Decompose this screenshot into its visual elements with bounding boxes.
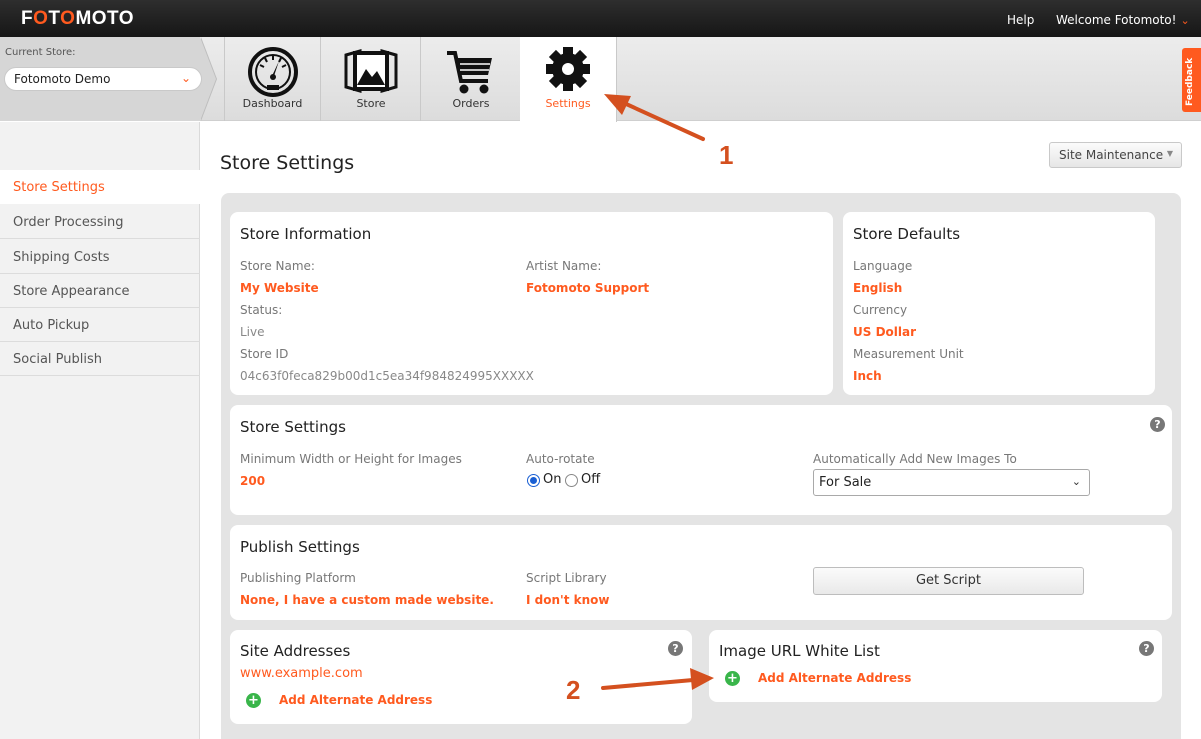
settings-gear-icon	[546, 47, 590, 91]
image-whitelist-title: Image URL White List	[719, 642, 880, 660]
get-script-button[interactable]: Get Script	[813, 567, 1084, 595]
store-defaults-card: Store Defaults Language English Currency…	[843, 212, 1155, 395]
store-settings-card: Store Settings ? Minimum Width or Height…	[230, 405, 1172, 515]
store-panel-arrow	[200, 37, 216, 121]
store-photos-icon	[344, 49, 398, 93]
script-library-value[interactable]: I don't know	[526, 593, 609, 607]
tab-settings-label: Settings	[545, 97, 591, 110]
artist-name-value[interactable]: Fotomoto Support	[526, 281, 649, 295]
current-store-label: Current Store:	[5, 47, 76, 58]
feedback-label: Feedback	[1185, 57, 1195, 106]
chevron-down-icon: ⌄	[1071, 475, 1081, 488]
tab-settings[interactable]: Settings	[520, 37, 617, 122]
tab-orders-label: Orders	[452, 97, 490, 110]
publish-settings-title: Publish Settings	[240, 538, 360, 556]
language-label: Language	[853, 259, 913, 273]
help-link[interactable]: Help	[1007, 13, 1034, 27]
script-library-label: Script Library	[526, 571, 607, 585]
site-address-value[interactable]: www.example.com	[240, 666, 363, 681]
status-value: Live	[240, 325, 265, 339]
top-bar: FOTOMOTO Help Welcome Fotomoto! ⌄	[0, 0, 1201, 37]
sidebar-item-auto-pickup[interactable]: Auto Pickup	[0, 308, 200, 342]
sidebar-item-order-processing[interactable]: Order Processing	[0, 205, 200, 239]
store-name-label: Store Name:	[240, 259, 315, 273]
currency-label: Currency	[853, 303, 908, 317]
fotomoto-logo[interactable]: FOTOMOTO	[21, 8, 134, 30]
publishing-platform-value[interactable]: None, I have a custom made website.	[240, 593, 494, 607]
min-size-value[interactable]: 200	[240, 474, 265, 488]
min-size-label: Minimum Width or Height for Images	[240, 452, 462, 466]
help-icon[interactable]: ?	[1139, 641, 1154, 656]
store-select-value: Fotomoto Demo	[14, 72, 111, 86]
site-addresses-title: Site Addresses	[240, 642, 351, 660]
store-select[interactable]: Fotomoto Demo ⌄	[4, 67, 202, 91]
autorotate-off-label: Off	[581, 472, 601, 487]
store-settings-title: Store Settings	[240, 418, 346, 436]
measurement-unit-value[interactable]: Inch	[853, 369, 882, 383]
tab-dashboard-label: Dashboard	[242, 97, 303, 110]
autorotate-on-label: On	[543, 472, 562, 487]
currency-value[interactable]: US Dollar	[853, 325, 916, 339]
auto-add-value: For Sale	[819, 475, 872, 490]
language-value[interactable]: English	[853, 281, 902, 295]
tab-dashboard[interactable]: Dashboard	[224, 37, 321, 121]
tab-store-label: Store	[356, 97, 386, 110]
store-id-label: Store ID	[240, 347, 289, 361]
autorotate-on-radio[interactable]	[527, 474, 540, 487]
page-title: Store Settings	[220, 152, 355, 174]
auto-add-label: Automatically Add New Images To	[813, 452, 1017, 466]
caret-down-icon: ▼	[1166, 149, 1173, 158]
add-icon[interactable]: +	[246, 693, 261, 708]
welcome-menu[interactable]: Welcome Fotomoto! ⌄	[1056, 13, 1190, 27]
annotation-number-2: 2	[566, 675, 581, 705]
chevron-down-icon: ⌄	[180, 71, 191, 85]
publishing-platform-label: Publishing Platform	[240, 571, 356, 585]
sidebar-item-store-settings[interactable]: Store Settings	[0, 170, 200, 204]
store-information-card: Store Information Store Name: My Website…	[230, 212, 833, 395]
store-id-value: 04c63f0feca829b00d1c5ea34f984824995XXXXX	[240, 369, 534, 383]
sidebar-item-shipping-costs[interactable]: Shipping Costs	[0, 240, 200, 274]
site-addresses-card: Site Addresses ? www.example.com + Add A…	[230, 630, 692, 724]
store-name-value[interactable]: My Website	[240, 281, 319, 295]
tab-orders[interactable]: Orders	[422, 37, 521, 121]
status-label: Status:	[240, 303, 283, 317]
autorotate-off-radio[interactable]	[565, 474, 578, 487]
add-alternate-address-link[interactable]: Add Alternate Address	[279, 693, 432, 707]
help-icon[interactable]: ?	[668, 641, 683, 656]
site-maintenance-button[interactable]: Site Maintenance ▼	[1049, 142, 1182, 168]
store-defaults-title: Store Defaults	[853, 225, 961, 243]
annotation-number-1: 1	[719, 140, 734, 170]
feedback-tab[interactable]: Feedback	[1182, 48, 1201, 112]
site-maintenance-label: Site Maintenance	[1059, 148, 1164, 162]
add-icon[interactable]: +	[725, 671, 740, 686]
chevron-down-icon: ⌄	[1180, 14, 1190, 27]
autorotate-label: Auto-rotate	[526, 452, 595, 466]
help-icon[interactable]: ?	[1150, 417, 1165, 432]
dashboard-gauge-icon	[247, 47, 298, 97]
image-whitelist-card: Image URL White List ? + Add Alternate A…	[709, 630, 1162, 702]
welcome-text: Welcome Fotomoto!	[1056, 13, 1177, 27]
store-information-title: Store Information	[240, 225, 372, 243]
tab-store[interactable]: Store	[322, 37, 421, 121]
sidebar-item-social-publish[interactable]: Social Publish	[0, 342, 200, 376]
artist-name-label: Artist Name:	[526, 259, 602, 273]
auto-add-select[interactable]: For Sale ⌄	[813, 469, 1090, 496]
sidebar-item-store-appearance[interactable]: Store Appearance	[0, 274, 200, 308]
whitelist-add-alternate-address-link[interactable]: Add Alternate Address	[758, 671, 911, 685]
measurement-unit-label: Measurement Unit	[853, 347, 964, 361]
orders-cart-icon	[447, 51, 492, 94]
